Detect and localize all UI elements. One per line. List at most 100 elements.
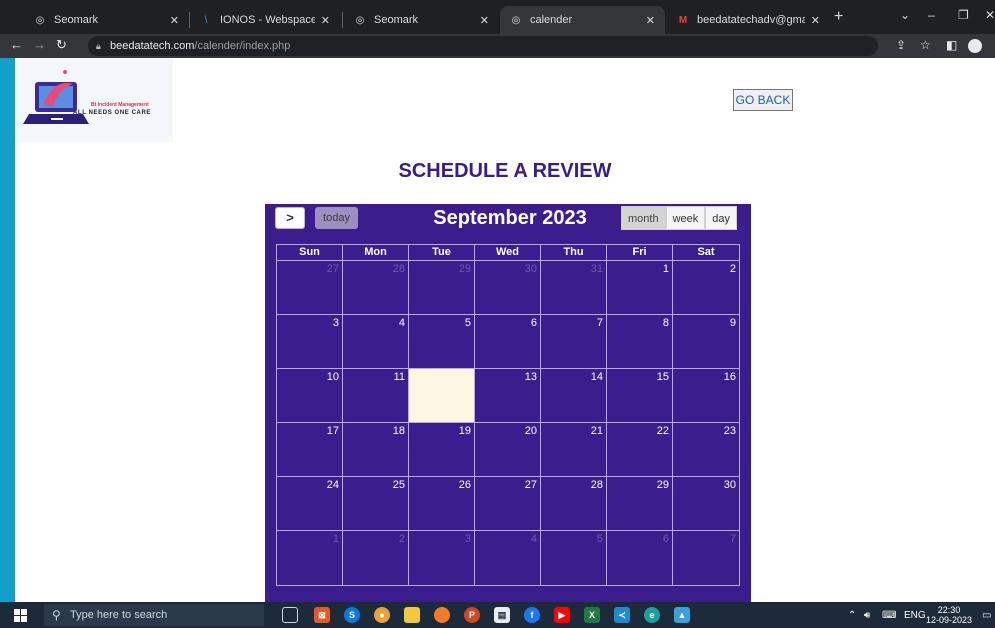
day-cell[interactable]: 6 (475, 315, 541, 368)
taskbar-clock[interactable]: 22:30 12-09-2023 (926, 605, 972, 625)
day-cell[interactable]: 17 (277, 423, 343, 476)
task-view-icon[interactable] (282, 607, 298, 623)
notification-icon[interactable]: ▭ (982, 610, 991, 621)
windows-start-icon[interactable] (14, 609, 27, 622)
youtube-icon[interactable]: ▶ (554, 607, 570, 623)
day-cell[interactable]: 16 (673, 369, 739, 422)
day-cell[interactable]: 13 (475, 369, 541, 422)
close-icon[interactable]: ✕ (811, 14, 820, 27)
tab-gmail[interactable]: M beedatatechadv@gmail.com (o ✕ (667, 6, 830, 34)
chrome-icon[interactable]: ● (374, 607, 390, 623)
window-close-icon[interactable]: ✕ (985, 8, 995, 22)
photos-icon[interactable]: ▲ (674, 607, 690, 623)
day-cell[interactable]: 30 (475, 261, 541, 314)
url-host: beedatatech.com (110, 40, 195, 52)
day-cell[interactable]: 3 (277, 315, 343, 368)
day-cell[interactable]: 23 (673, 423, 739, 476)
tray-chevron-icon[interactable]: ⌃ (848, 610, 856, 621)
day-cell[interactable]: 3 (409, 531, 475, 585)
day-cell[interactable]: 14 (541, 369, 607, 422)
tab-ionos[interactable]: \ IONOS - Webspace Explorer ✕ (190, 6, 340, 34)
day-cell[interactable]: 29 (607, 477, 673, 530)
day-cell[interactable]: 25 (343, 477, 409, 530)
next-month-button[interactable]: > (275, 207, 305, 229)
view-day-button[interactable]: day (705, 206, 738, 230)
firefox-icon[interactable] (434, 607, 450, 623)
close-icon[interactable]: ✕ (646, 14, 655, 27)
share-icon[interactable]: ⇪ (896, 38, 906, 52)
view-month-button[interactable]: month (621, 206, 666, 230)
day-cell[interactable]: 5 (409, 315, 475, 368)
tray-language[interactable]: ENG (904, 610, 926, 621)
skype-icon[interactable]: S (344, 607, 360, 623)
day-cell[interactable]: 19 (409, 423, 475, 476)
side-panel-icon[interactable]: ◧ (946, 38, 957, 52)
day-cell[interactable]: 26 (409, 477, 475, 530)
app-orange-icon[interactable]: ⊠ (314, 607, 330, 623)
volume-icon[interactable]: 🔊︎ (864, 610, 870, 621)
close-icon[interactable]: ✕ (170, 14, 179, 27)
notepad-icon[interactable]: ▤ (494, 607, 510, 623)
day-cell[interactable]: 18 (343, 423, 409, 476)
profile-avatar-icon[interactable] (968, 39, 982, 53)
day-cell[interactable]: 27 (475, 477, 541, 530)
restore-icon[interactable]: ❐ (958, 8, 969, 22)
day-cell[interactable]: 31 (541, 261, 607, 314)
day-cell[interactable]: 4 (343, 315, 409, 368)
reload-icon[interactable]: ↻ (56, 37, 67, 53)
go-back-button[interactable]: GO BACK (733, 89, 793, 111)
day-cell[interactable]: 2 (343, 531, 409, 585)
keyboard-icon[interactable]: ⌨ (882, 610, 896, 621)
weekday-label: Mon (343, 245, 409, 260)
day-cell[interactable]: 28 (541, 477, 607, 530)
day-cell[interactable]: 21 (541, 423, 607, 476)
tab-calender[interactable]: ◎ calender ✕ (500, 6, 665, 34)
day-cell[interactable]: 20 (475, 423, 541, 476)
day-cell[interactable]: 29 (409, 261, 475, 314)
day-cell[interactable]: 6 (607, 531, 673, 585)
tab-seomark-2[interactable]: ◎ Seomark ✕ (344, 6, 499, 34)
day-cell[interactable]: 1 (607, 261, 673, 314)
day-cell[interactable]: 10 (277, 369, 343, 422)
page-title: SCHEDULE A REVIEW (398, 160, 612, 182)
day-cell[interactable]: 30 (673, 477, 739, 530)
day-cell[interactable]: 1 (277, 531, 343, 585)
day-cell[interactable]: 8 (607, 315, 673, 368)
day-cell[interactable]: 22 (607, 423, 673, 476)
file-explorer-icon[interactable] (404, 607, 420, 623)
close-icon[interactable]: ✕ (480, 14, 489, 27)
day-cell[interactable]: 5 (541, 531, 607, 585)
clock-time: 22:30 (937, 605, 961, 615)
day-cell[interactable]: 24 (277, 477, 343, 530)
tab-seomark[interactable]: ◎ Seomark ✕ (24, 6, 189, 34)
day-cell[interactable]: 27 (277, 261, 343, 314)
day-cell-today[interactable] (409, 369, 475, 422)
minimize-icon[interactable]: – (928, 8, 935, 22)
tab-search-icon[interactable]: ⌄ (900, 8, 910, 22)
day-cell[interactable]: 4 (475, 531, 541, 585)
back-arrow-icon[interactable]: ← (10, 37, 23, 52)
day-cell[interactable]: 7 (673, 531, 739, 585)
address-bar[interactable]: 🔒︎ beedatatech.com/calender/index.php (88, 36, 878, 56)
site-logo[interactable]: Bt Incident Management ALL NEEDS ONE CAR… (15, 58, 173, 142)
vscode-icon[interactable]: ≺ (614, 607, 630, 623)
day-cell[interactable]: 11 (343, 369, 409, 422)
week-row: 17 18 19 20 21 22 23 (277, 423, 739, 477)
powerpoint-icon[interactable]: P (464, 607, 480, 623)
taskbar-search[interactable]: ⚲ Type here to search (44, 604, 264, 626)
view-week-button[interactable]: week (665, 206, 706, 230)
edge-icon[interactable]: e (644, 607, 660, 623)
day-cell[interactable]: 9 (673, 315, 739, 368)
facebook-icon[interactable]: f (524, 607, 540, 623)
day-cell[interactable]: 2 (673, 261, 739, 314)
day-cell[interactable]: 28 (343, 261, 409, 314)
close-icon[interactable]: ✕ (321, 14, 330, 27)
today-button[interactable]: today (315, 207, 358, 229)
day-cell[interactable]: 7 (541, 315, 607, 368)
new-tab-icon[interactable]: + (834, 8, 843, 26)
day-cell[interactable]: 15 (607, 369, 673, 422)
weekday-label: Fri (607, 245, 673, 260)
bookmark-star-icon[interactable]: ☆ (920, 38, 931, 52)
excel-icon[interactable]: X (584, 607, 600, 623)
forward-arrow-icon[interactable]: → (33, 37, 46, 52)
